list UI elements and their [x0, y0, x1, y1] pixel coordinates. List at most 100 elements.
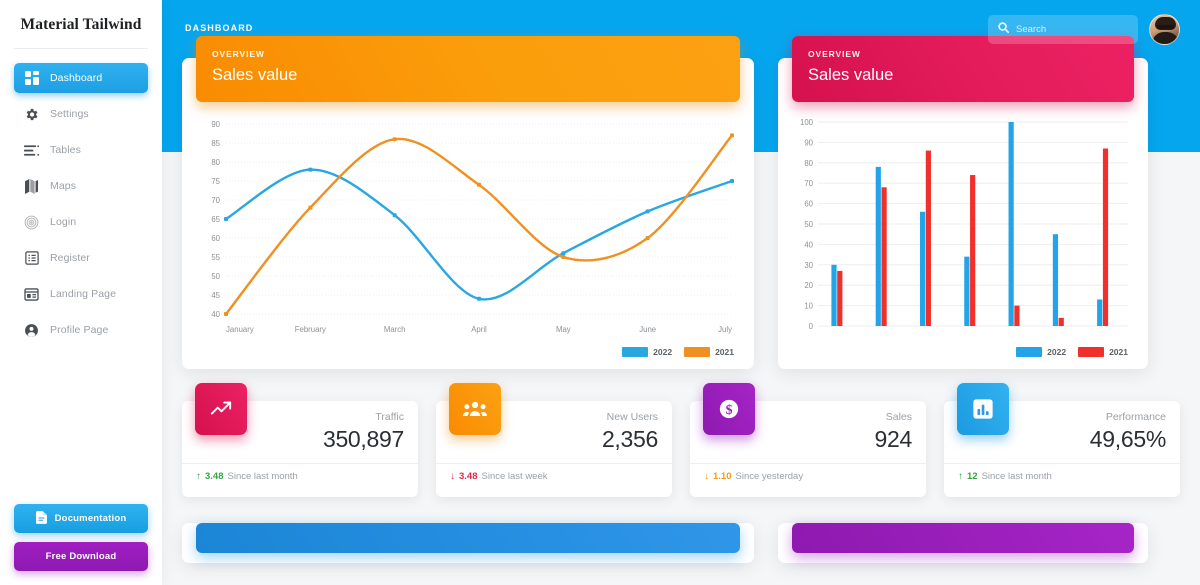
sidebar-item-settings[interactable]: Settings [14, 99, 148, 129]
dollar-icon: $ [703, 383, 755, 435]
avatar-body [1152, 31, 1179, 44]
trending-up-icon [195, 383, 247, 435]
fingerprint-icon [24, 215, 39, 230]
line-chart-title: Sales value [212, 66, 298, 84]
profile-icon [24, 323, 39, 338]
sidebar-item-label: Tables [50, 144, 81, 156]
document-icon [35, 510, 47, 527]
sidebar-item-login[interactable]: Login [14, 207, 148, 237]
sidebar-item-landing-page[interactable]: Landing Page [14, 279, 148, 309]
free-download-button[interactable]: Free Download [14, 542, 148, 571]
avatar-sunglasses [1157, 24, 1174, 29]
legend-label-2022: 2022 [653, 347, 673, 357]
stat-card-traffic: Traffic 350,897 ↑ 3.48 Since last month [182, 383, 418, 497]
legend-item-2022[interactable]: 2022 [1016, 347, 1066, 357]
legend-swatch-2021 [1078, 347, 1105, 357]
main-area: DASHBOARD Search OVERVIEW Sales value 40… [162, 0, 1200, 585]
svg-text:April: April [471, 325, 487, 334]
sidebar-item-maps[interactable]: Maps [14, 171, 148, 201]
svg-text:40: 40 [211, 310, 220, 319]
svg-text:75: 75 [211, 177, 220, 186]
gear-icon [24, 107, 39, 122]
search-icon [998, 20, 1009, 38]
stat-delta: 3.48 [205, 471, 224, 482]
svg-text:50: 50 [804, 220, 813, 229]
svg-text:100: 100 [800, 118, 814, 127]
bottom-card-left [182, 523, 754, 563]
avatar[interactable] [1149, 13, 1180, 45]
bar-chart-card: OVERVIEW Sales value 0 10 20 30 40 50 60 70 80 90… [778, 36, 1148, 369]
svg-text:50: 50 [211, 272, 220, 281]
svg-text:45: 45 [211, 291, 220, 300]
stat-footer: ↑ 12 Since last month [958, 464, 1166, 482]
stat-delta: 3.48 [459, 471, 478, 482]
trend-arrow-up-icon: ↑ [958, 470, 963, 482]
svg-text:March: March [384, 325, 406, 334]
documentation-button-label: Documentation [54, 513, 127, 524]
sidebar-item-tables[interactable]: Tables [14, 135, 148, 165]
bar-chart-plot[interactable]: 0 10 20 30 40 50 60 70 80 90 100 [792, 112, 1134, 345]
line-chart-card: OVERVIEW Sales value 40 45 50 55 60 65 70 75 80 8… [182, 36, 754, 369]
stat-footer: ↓ 1.10 Since yesterday [704, 464, 912, 482]
sidebar-item-label: Maps [50, 180, 77, 192]
svg-text:0: 0 [809, 322, 814, 331]
legend-swatch-2022 [622, 347, 649, 357]
sidebar-item-profile-page[interactable]: Profile Page [14, 315, 148, 345]
stat-note: Since yesterday [735, 471, 804, 482]
svg-text:February: February [295, 325, 326, 334]
legend-item-2021[interactable]: 2021 [1078, 347, 1128, 357]
svg-text:90: 90 [211, 120, 220, 129]
svg-text:May: May [556, 325, 571, 334]
sidebar-footer: Documentation Free Download [0, 495, 162, 585]
search-box[interactable] [988, 14, 1138, 44]
sidebar-item-register[interactable]: Register [14, 243, 148, 273]
bar-chart-svg: 0 10 20 30 40 50 60 70 80 90 100 [800, 118, 1128, 331]
stat-note: Since last month [981, 471, 1052, 482]
search-input[interactable] [1016, 23, 1128, 35]
svg-text:80: 80 [211, 158, 220, 167]
register-icon [24, 251, 39, 266]
trend-arrow-down-icon: ↓ [704, 470, 709, 482]
legend-label-2022: 2022 [1047, 347, 1067, 357]
documentation-button[interactable]: Documentation [14, 504, 148, 533]
free-download-button-label: Free Download [45, 551, 117, 562]
bottom-cards-row [182, 523, 1180, 563]
stat-delta: 1.10 [713, 471, 732, 482]
landing-page-icon [24, 287, 39, 302]
line-chart-legend: 2022 2021 [196, 347, 740, 357]
svg-text:$: $ [726, 402, 733, 417]
stat-card-new-users: New Users 2,356 ↓ 3.48 Since last week [436, 383, 672, 497]
stat-card-sales: $ Sales 924 ↓ 1.10 Since yesterday [690, 383, 926, 497]
dashboard-icon [24, 71, 39, 86]
line-chart-svg: 40 45 50 55 60 65 70 75 80 85 90 January February Mar… [211, 120, 734, 334]
svg-text:90: 90 [804, 138, 813, 147]
bottom-card-right [778, 523, 1148, 563]
svg-text:30: 30 [804, 261, 813, 270]
svg-text:55: 55 [211, 253, 220, 262]
sidebar-item-label: Login [50, 216, 77, 228]
stat-note: Since last week [481, 471, 548, 482]
stat-delta: 12 [967, 471, 978, 482]
svg-text:85: 85 [211, 139, 220, 148]
sidebar-item-label: Settings [50, 108, 89, 120]
dashboard-app: Material Tailwind Dashboard Settings Tab [0, 0, 1200, 585]
svg-text:40: 40 [804, 240, 813, 249]
svg-text:June: June [639, 325, 656, 334]
legend-label-2021: 2021 [1109, 347, 1128, 357]
sidebar-item-label: Landing Page [50, 288, 117, 300]
svg-text:January: January [226, 325, 254, 334]
svg-text:10: 10 [804, 302, 813, 311]
legend-item-2021[interactable]: 2021 [684, 347, 734, 357]
bar-chart-legend: 2022 2021 [792, 347, 1134, 357]
sidebar-item-dashboard[interactable]: Dashboard [14, 63, 148, 93]
bar-chart-icon [957, 383, 1009, 435]
content: OVERVIEW Sales value 40 45 50 55 60 65 70 75 80 8… [162, 36, 1200, 563]
line-chart-plot[interactable]: 40 45 50 55 60 65 70 75 80 85 90 January February Mar… [196, 112, 740, 345]
stat-card-performance: Performance 49,65% ↑ 12 Since last month [944, 383, 1180, 497]
bar-chart-title: Sales value [808, 66, 894, 84]
svg-text:70: 70 [211, 196, 220, 205]
legend-item-2022[interactable]: 2022 [622, 347, 672, 357]
trend-arrow-down-icon: ↓ [450, 470, 455, 482]
svg-text:20: 20 [804, 281, 813, 290]
svg-text:80: 80 [804, 159, 813, 168]
